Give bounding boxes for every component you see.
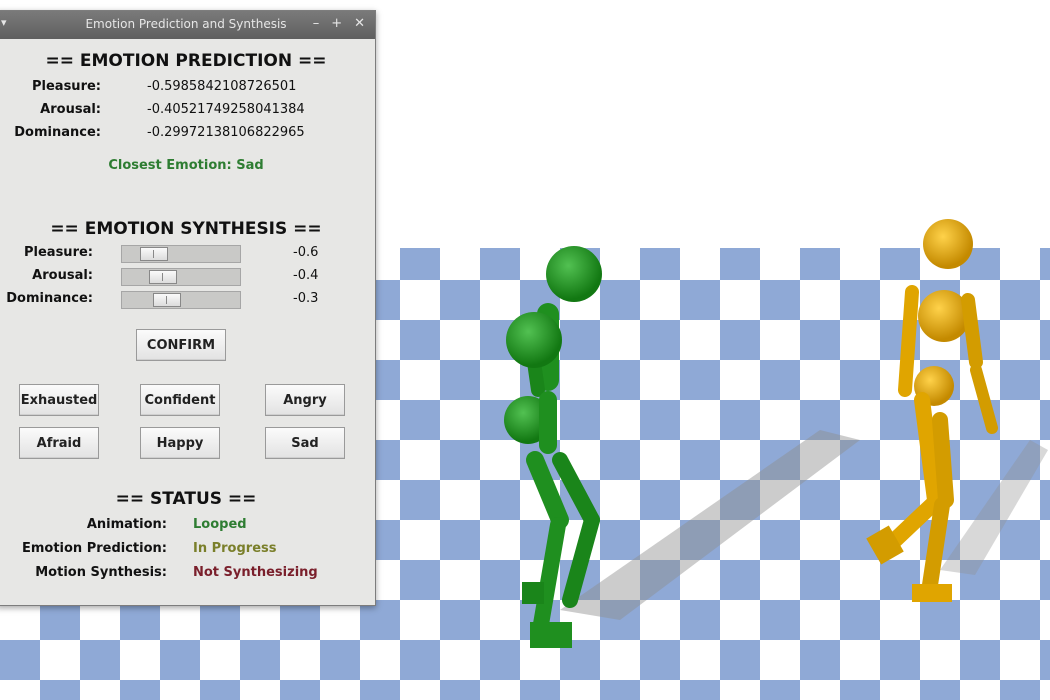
happy-button[interactable]: Happy [140, 427, 220, 459]
status-label: Emotion Prediction: [21, 541, 167, 556]
maximize-icon[interactable]: + [331, 16, 342, 31]
slider-value: -0.3 [293, 291, 319, 306]
prediction-row-dominance: Dominance: -0.29972138106822965 [0, 125, 375, 145]
prediction-value: -0.29972138106822965 [147, 125, 305, 140]
confident-button[interactable]: Confident [140, 384, 220, 416]
slider-row-dominance: Dominance: -0.3 [0, 289, 375, 311]
slider-label: Pleasure: [24, 245, 93, 260]
slider-label: Dominance: [6, 291, 93, 306]
arousal-slider[interactable] [121, 268, 241, 286]
status-value: In Progress [193, 541, 277, 556]
status-row-animation: Animation: Looped [0, 517, 375, 537]
synthesis-header: == EMOTION SYNTHESIS == [50, 219, 322, 239]
afraid-button[interactable]: Afraid [19, 427, 99, 459]
prediction-value: -0.5985842108726501 [147, 79, 297, 94]
emotion-window: ▾ Emotion Prediction and Synthesis – + ✕… [0, 10, 376, 606]
slider-row-arousal: Arousal: -0.4 [0, 266, 375, 288]
prediction-label: Arousal: [40, 102, 101, 117]
slider-handle[interactable] [153, 293, 181, 307]
minimize-icon[interactable]: – [313, 16, 320, 31]
slider-label: Arousal: [32, 268, 93, 283]
exhausted-button[interactable]: Exhausted [19, 384, 99, 416]
window-titlebar[interactable]: ▾ Emotion Prediction and Synthesis – + ✕ [0, 11, 375, 39]
angry-button[interactable]: Angry [265, 384, 345, 416]
confirm-button[interactable]: CONFIRM [136, 329, 226, 361]
dominance-slider[interactable] [121, 291, 241, 309]
prediction-row-pleasure: Pleasure: -0.5985842108726501 [0, 79, 375, 99]
status-label: Animation: [86, 517, 167, 532]
pleasure-slider[interactable] [121, 245, 241, 263]
status-row-emotion-prediction: Emotion Prediction: In Progress [0, 541, 375, 561]
closest-emotion: Closest Emotion: Sad [108, 158, 264, 173]
prediction-label: Pleasure: [32, 79, 101, 94]
slider-value: -0.6 [293, 245, 319, 260]
prediction-header: == EMOTION PREDICTION == [45, 51, 327, 71]
close-icon[interactable]: ✕ [354, 16, 365, 31]
status-label: Motion Synthesis: [35, 565, 167, 580]
prediction-label: Dominance: [14, 125, 101, 140]
status-value: Not Synthesizing [193, 565, 318, 580]
status-row-motion-synthesis: Motion Synthesis: Not Synthesizing [0, 565, 375, 585]
sad-button[interactable]: Sad [265, 427, 345, 459]
prediction-value: -0.40521749258041384 [147, 102, 305, 117]
prediction-row-arousal: Arousal: -0.40521749258041384 [0, 102, 375, 122]
slider-handle[interactable] [149, 270, 177, 284]
slider-handle[interactable] [140, 247, 168, 261]
status-value: Looped [193, 517, 247, 532]
status-header: == STATUS == [115, 489, 257, 509]
slider-row-pleasure: Pleasure: -0.6 [0, 243, 375, 265]
slider-value: -0.4 [293, 268, 319, 283]
